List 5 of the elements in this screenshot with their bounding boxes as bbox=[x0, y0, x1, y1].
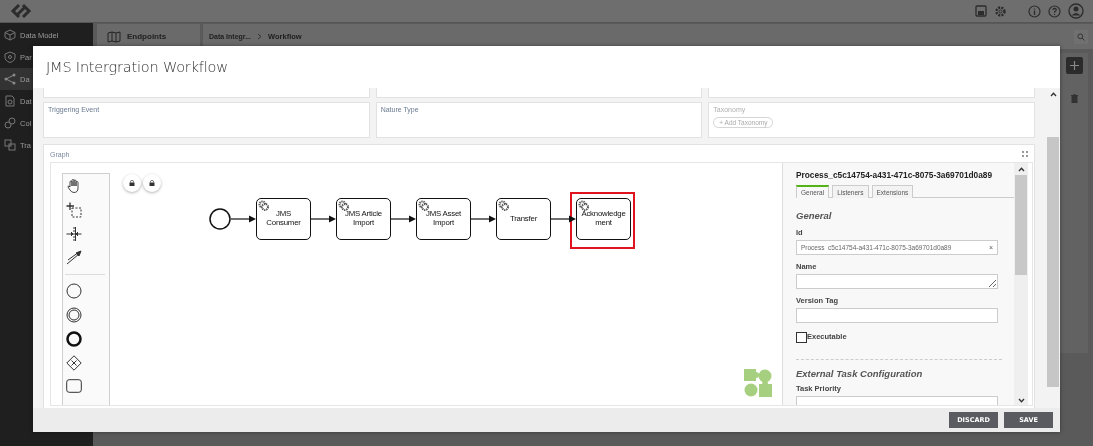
modal-title: JMS Intergration Workflow bbox=[46, 59, 228, 75]
panel-title: Endpoints bbox=[127, 32, 167, 41]
section-heading: External Task Configuration bbox=[796, 368, 924, 379]
section-heading: General bbox=[796, 210, 833, 221]
properties-title: Process_c5c14754-a431-471c-8075-3a69701d0a89 bbox=[796, 170, 994, 180]
